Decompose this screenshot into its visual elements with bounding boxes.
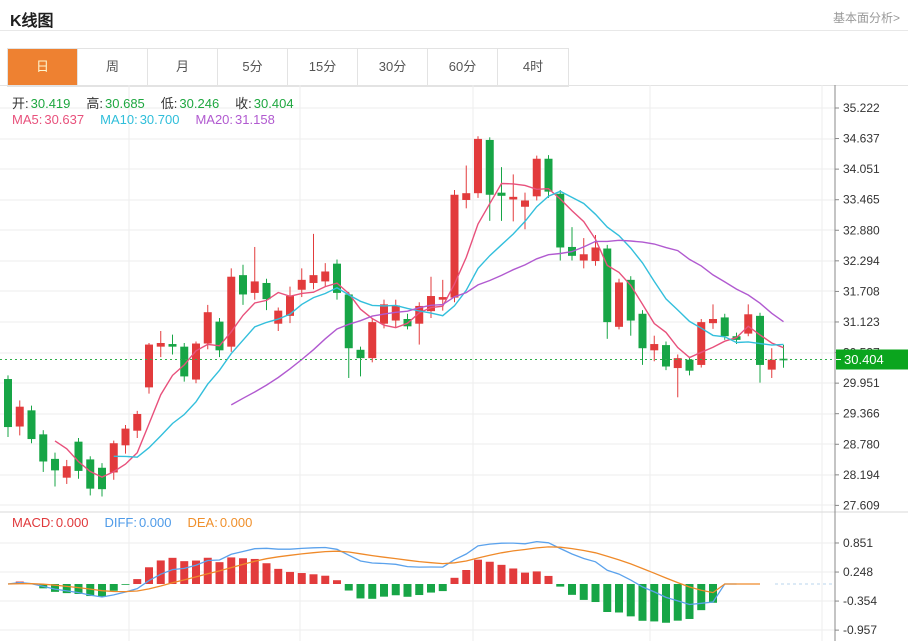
tab-30分[interactable]: 30分 (358, 49, 428, 86)
indicator-label: MA5: (12, 112, 42, 127)
macd-info-row: MACD:0.000DIFF:0.000DEA:0.000 (12, 515, 268, 530)
svg-text:27.609: 27.609 (843, 498, 880, 512)
svg-text:0.851: 0.851 (843, 536, 873, 550)
svg-text:32.294: 32.294 (843, 254, 880, 268)
svg-text:31.123: 31.123 (843, 315, 880, 329)
indicator-label: 开: (12, 96, 29, 111)
indicator-label: DEA: (187, 515, 217, 530)
svg-text:0.248: 0.248 (843, 565, 873, 579)
indicator-label: MACD: (12, 515, 54, 530)
indicator-label: DIFF: (104, 515, 137, 530)
tab-15分[interactable]: 15分 (288, 49, 358, 86)
ohlc-info-row: 开:30.419 高:30.685 低:30.246 收:30.404 (12, 93, 310, 112)
svg-text:30.404: 30.404 (844, 352, 884, 367)
svg-text:29.366: 29.366 (843, 407, 880, 421)
tab-月[interactable]: 月 (148, 49, 218, 86)
indicator-value: 31.158 (235, 112, 275, 127)
svg-text:32.880: 32.880 (843, 223, 880, 237)
svg-text:29.951: 29.951 (843, 376, 880, 390)
tab-日[interactable]: 日 (8, 49, 78, 86)
svg-text:-0.957: -0.957 (843, 623, 877, 637)
macd-histogram (16, 557, 717, 622)
indicator-value: 30.700 (140, 112, 180, 127)
indicator-label: 收: (235, 96, 252, 111)
indicator-label: MA10: (100, 112, 138, 127)
svg-text:28.194: 28.194 (843, 468, 880, 482)
candles-layer (4, 136, 788, 496)
indicator-label: MA20: (195, 112, 233, 127)
indicator-label: 低: (161, 96, 178, 111)
last-price-badge: 30.404 (836, 349, 908, 369)
kline-chart[interactable]: 35.222 34.637 34.051 33.465 32.880 32.294 31.7… (0, 85, 908, 643)
indicator-value: 0.000 (139, 515, 172, 530)
tab-5分[interactable]: 5分 (218, 49, 288, 86)
svg-text:31.708: 31.708 (843, 284, 880, 298)
indicator-value: 0.000 (220, 515, 253, 530)
indicator-value: 30.246 (179, 96, 219, 111)
indicator-value: 30.637 (44, 112, 84, 127)
tab-周[interactable]: 周 (78, 49, 148, 86)
tab-60分[interactable]: 60分 (428, 49, 498, 86)
svg-text:34.051: 34.051 (843, 162, 880, 176)
ma-info-row: MA5:30.637 MA10:30.700 MA20:31.158 (12, 112, 291, 127)
tab-4时[interactable]: 4时 (498, 49, 568, 86)
svg-text:35.222: 35.222 (843, 101, 880, 115)
title-divider (0, 30, 908, 31)
indicator-value: 30.685 (105, 96, 145, 111)
svg-text:28.780: 28.780 (843, 437, 880, 451)
indicator-value: 30.419 (31, 96, 71, 111)
svg-text:33.465: 33.465 (843, 193, 880, 207)
svg-text:-0.354: -0.354 (843, 594, 877, 608)
indicator-label: 高: (86, 96, 103, 111)
indicator-value: 0.000 (56, 515, 89, 530)
period-tabbar: 日周月5分15分30分60分4时 (7, 48, 569, 87)
indicator-value: 30.404 (254, 96, 294, 111)
svg-text:34.637: 34.637 (843, 132, 880, 146)
fundamental-analysis-link[interactable]: 基本面分析> (833, 9, 900, 26)
page-title: K线图 (10, 7, 54, 31)
ma10-line (114, 191, 784, 457)
